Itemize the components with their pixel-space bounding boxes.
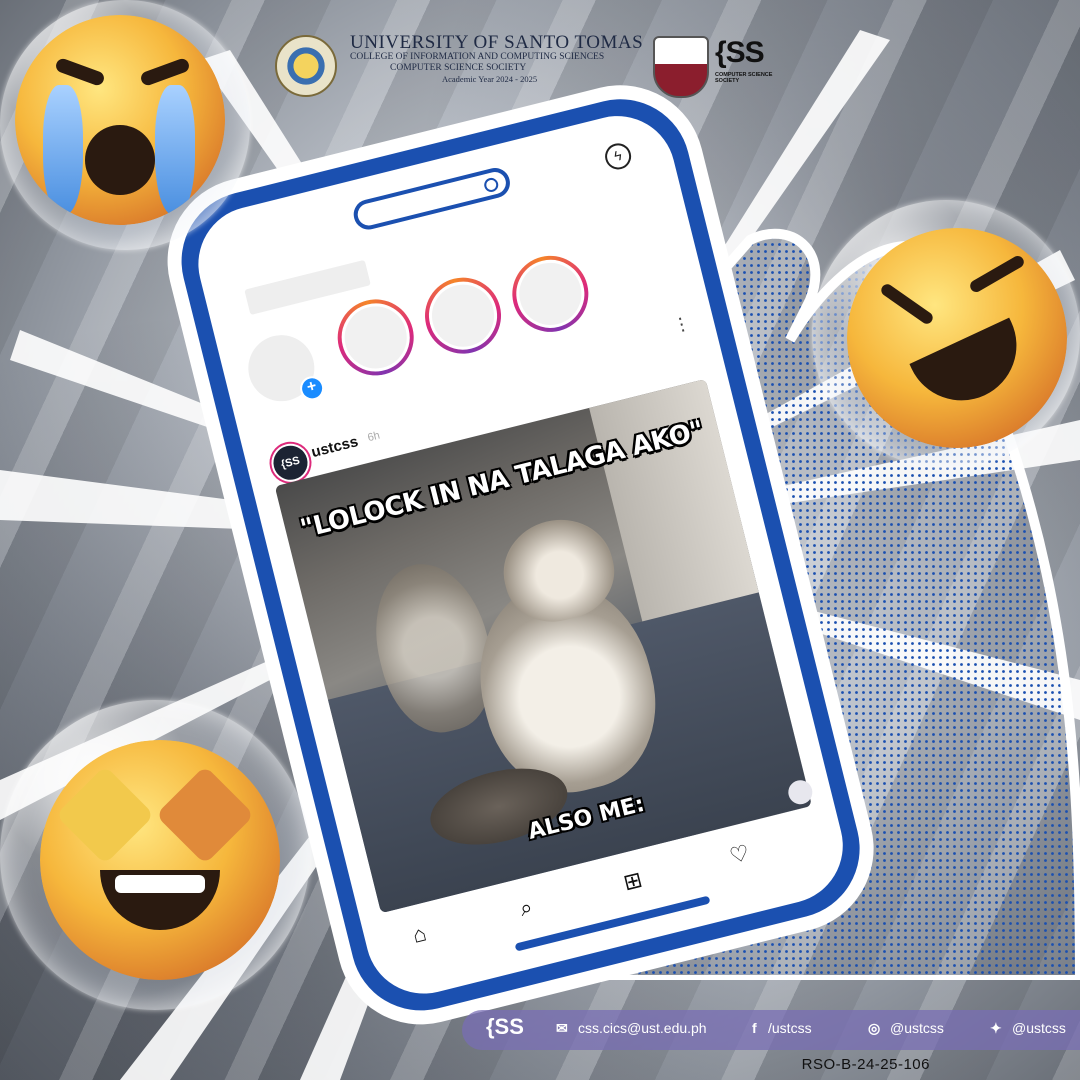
- story-ring-2[interactable]: [416, 269, 510, 362]
- crying-emoji-icon: [15, 15, 225, 225]
- society-name: COMPUTER SCIENCE SOCIETY: [390, 63, 527, 73]
- footer-css-logo: {SS: [486, 1014, 524, 1039]
- starstruck-emoji-icon: [40, 740, 280, 980]
- academic-year: Academic Year 2024 - 2025: [442, 74, 538, 84]
- phone-notch: [350, 164, 514, 233]
- messenger-icon[interactable]: ϟ: [602, 140, 634, 173]
- instagram-icon: ◎: [868, 1020, 881, 1036]
- add-icon[interactable]: ⊞: [616, 864, 650, 898]
- footer-twitter[interactable]: @ustcss: [1012, 1020, 1066, 1036]
- footer-facebook[interactable]: /ustcss: [768, 1020, 812, 1036]
- heart-icon[interactable]: ♡: [723, 838, 757, 872]
- rso-code: RSO-B-24-25-106: [801, 1056, 930, 1073]
- more-options-icon[interactable]: · · ·: [674, 307, 689, 342]
- bubble-starstruck: [0, 700, 310, 1010]
- footer-email[interactable]: css.cics@ust.edu.ph: [578, 1020, 707, 1036]
- meme-image[interactable]: "LOLOCK IN NA TALAGA AKO" ALSO ME:: [274, 378, 812, 914]
- post-username[interactable]: ustcss: [310, 433, 360, 461]
- facebook-icon: f: [752, 1020, 757, 1036]
- college-name: COLLEGE OF INFORMATION AND COMPUTING SCI…: [350, 52, 605, 62]
- ust-seal-logo: [275, 35, 337, 97]
- footer-instagram[interactable]: @ustcss: [890, 1020, 944, 1036]
- story-ring-3[interactable]: [504, 247, 597, 340]
- search-icon[interactable]: ⌕: [509, 891, 543, 925]
- university-name: UNIVERSITY OF SANTO TOMAS: [350, 32, 644, 53]
- bubble-crying: [0, 0, 250, 250]
- footer-bar: {SS ✉ css.cics@ust.edu.ph f /ustcss ◎ @u…: [462, 1010, 1080, 1050]
- email-icon: ✉: [556, 1020, 568, 1036]
- home-icon[interactable]: ⌂: [402, 918, 436, 952]
- camera-dot: [482, 176, 500, 194]
- bubble-laughing: [812, 200, 1080, 468]
- twitter-icon: ✦: [990, 1020, 1002, 1036]
- laughing-emoji-icon: [847, 228, 1067, 448]
- story-ring-1[interactable]: [329, 291, 422, 384]
- post-time: 6h: [366, 429, 382, 445]
